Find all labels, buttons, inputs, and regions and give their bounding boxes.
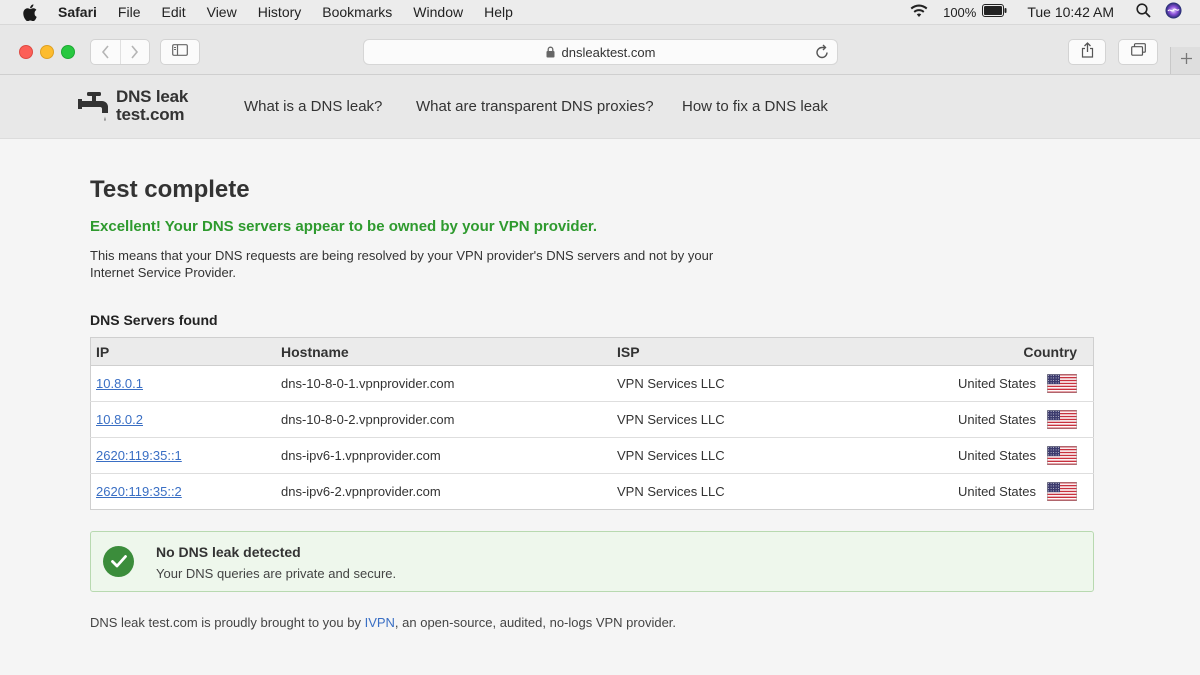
- table-row: 10.8.0.1 dns-10-8-0-1.vpnprovider.com VP…: [90, 365, 1094, 402]
- address-bar[interactable]: dnsleaktest.com: [363, 39, 838, 65]
- result-headline: Excellent! Your DNS servers appear to be…: [90, 218, 598, 235]
- table-row: 2620:119:35::1 dns-ipv6-1.vpnprovider.co…: [90, 437, 1094, 474]
- us-flag-icon: [1047, 410, 1077, 430]
- isp-cell: VPN Services LLC: [612, 401, 892, 438]
- menu-extras: 100% Tue 10:42 AM: [909, 0, 1200, 24]
- country-cell: United States: [892, 401, 1094, 438]
- no-leak-status-box: No DNS leak detected Your DNS queries ar…: [90, 531, 1094, 592]
- reload-icon[interactable]: [815, 44, 829, 62]
- water-tap-icon: [78, 89, 112, 123]
- share-button[interactable]: [1068, 39, 1106, 65]
- footer-note: DNS leak test.com is proudly brought to …: [90, 615, 676, 630]
- browser-toolbar: dnsleaktest.com: [0, 25, 1200, 75]
- country-name: United States: [957, 448, 1036, 463]
- column-header-hostname: Hostname: [276, 337, 612, 366]
- battery-icon[interactable]: [982, 4, 1007, 20]
- table-row: 2620:119:35::2 dns-ipv6-2.vpnprovider.co…: [91, 474, 1094, 510]
- ip-cell: 2620:119:35::1: [90, 437, 276, 474]
- tab-overview-icon: [1130, 43, 1146, 61]
- siri-icon[interactable]: [1165, 2, 1182, 22]
- history-nav-group: [90, 39, 150, 65]
- menu-app-safari[interactable]: Safari: [58, 4, 97, 20]
- sidebar-toggle-button[interactable]: [160, 39, 200, 65]
- status-title: No DNS leak detected: [156, 544, 301, 560]
- table-header-row: IP Hostname ISP Country: [90, 337, 1094, 366]
- site-logo[interactable]: DNS leak test.com: [78, 88, 188, 124]
- us-flag-icon: [1047, 446, 1077, 466]
- column-header-isp: ISP: [612, 337, 892, 366]
- sidebar-icon: [172, 43, 188, 61]
- hostname-cell: dns-ipv6-1.vpnprovider.com: [276, 437, 612, 474]
- nav-how-to-fix[interactable]: How to fix a DNS leak: [682, 98, 828, 115]
- ivpn-link[interactable]: IVPN: [365, 615, 395, 630]
- nav-what-is-dns-leak[interactable]: What is a DNS leak?: [244, 98, 382, 115]
- status-subtitle: Your DNS queries are private and secure.: [156, 566, 397, 581]
- forward-button[interactable]: [119, 40, 150, 64]
- logo-line-1: DNS leak: [116, 87, 189, 106]
- country-name: United States: [957, 376, 1036, 391]
- ip-link[interactable]: 10.8.0.2: [96, 412, 143, 427]
- us-flag-icon: [1047, 374, 1077, 394]
- menu-bookmarks[interactable]: Bookmarks: [322, 4, 392, 20]
- menu-help[interactable]: Help: [484, 4, 513, 20]
- plus-icon: [1180, 52, 1193, 70]
- table-row: 10.8.0.2 dns-10-8-0-2.vpnprovider.com VP…: [90, 401, 1094, 438]
- back-button[interactable]: [91, 40, 120, 64]
- dns-servers-table: IP Hostname ISP Country 10.8.0.1 dns-10-…: [90, 337, 1094, 510]
- apple-icon[interactable]: [20, 2, 40, 22]
- ip-cell: 10.8.0.1: [90, 365, 276, 402]
- close-window-button[interactable]: [19, 45, 33, 59]
- nav-transparent-dns-proxies[interactable]: What are transparent DNS proxies?: [416, 98, 654, 115]
- ip-link[interactable]: 2620:119:35::1: [96, 448, 182, 463]
- spotlight-search-icon[interactable]: [1136, 3, 1151, 21]
- address-text: dnsleaktest.com: [561, 44, 656, 60]
- wifi-icon[interactable]: [909, 3, 929, 21]
- isp-cell: VPN Services LLC: [612, 437, 892, 474]
- menu-window[interactable]: Window: [413, 4, 463, 20]
- minimize-window-button[interactable]: [40, 45, 54, 59]
- country-cell: United States: [892, 474, 1094, 510]
- country-name: United States: [957, 484, 1036, 499]
- zoom-window-button[interactable]: [61, 45, 75, 59]
- page-title: Test complete: [90, 176, 250, 203]
- result-description: This means that your DNS requests are be…: [90, 248, 714, 280]
- isp-cell: VPN Services LLC: [617, 484, 725, 499]
- menu-view[interactable]: View: [207, 4, 237, 20]
- ip-link[interactable]: 2620:119:35::2: [96, 484, 182, 499]
- logo-text: DNS leak test.com: [116, 88, 188, 124]
- ip-link[interactable]: 10.8.0.1: [96, 376, 143, 391]
- column-header-ip: IP: [90, 337, 276, 366]
- menu-file[interactable]: File: [118, 4, 141, 20]
- menu-edit[interactable]: Edit: [161, 4, 185, 20]
- menu-history[interactable]: History: [258, 4, 302, 20]
- share-icon: [1081, 41, 1094, 63]
- tab-overview-button[interactable]: [1118, 39, 1158, 65]
- ip-cell: 2620:119:35::2: [91, 474, 277, 510]
- logo-line-2: test.com: [116, 105, 185, 124]
- hostname-cell: dns-10-8-0-1.vpnprovider.com: [276, 365, 612, 402]
- lock-icon: [546, 46, 555, 58]
- section-title: DNS Servers found: [90, 312, 218, 328]
- hostname-cell: dns-10-8-0-2.vpnprovider.com: [276, 401, 612, 438]
- footer-prefix: DNS leak test.com is proudly brought to …: [90, 615, 365, 630]
- site-header: DNS leak test.com What is a DNS leak? Wh…: [0, 75, 1200, 139]
- checkmark-icon: [103, 546, 134, 577]
- hostname-cell: dns-ipv6-2.vpnprovider.com: [281, 484, 441, 499]
- us-flag-icon: [1047, 482, 1077, 502]
- isp-cell: VPN Services LLC: [612, 365, 892, 402]
- column-header-country: Country: [892, 337, 1094, 366]
- battery-percent: 100%: [943, 4, 977, 20]
- country-name: United States: [957, 412, 1036, 427]
- new-tab-button[interactable]: [1170, 47, 1200, 74]
- country-cell: United States: [892, 437, 1094, 474]
- footer-suffix: , an open-source, audited, no-logs VPN p…: [394, 615, 677, 630]
- clock[interactable]: Tue 10:42 AM: [1027, 4, 1114, 20]
- ip-cell: 10.8.0.2: [90, 401, 276, 438]
- menu-bar: Safari File Edit View History Bookmarks …: [0, 0, 1200, 25]
- country-cell: United States: [892, 365, 1094, 402]
